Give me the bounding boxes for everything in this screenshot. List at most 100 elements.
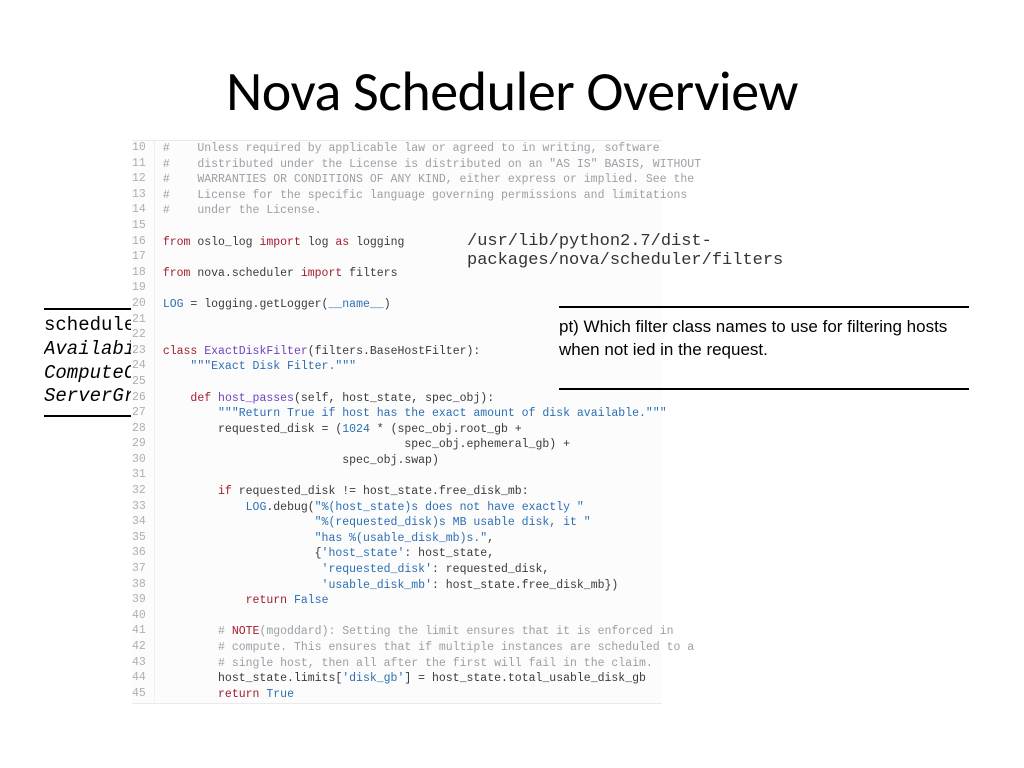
code-content: host_state.limits['disk_gb'] = host_stat…	[154, 671, 702, 687]
left-line-4: ServerGrou	[44, 385, 131, 409]
code-content: spec_obj.swap)	[154, 453, 702, 469]
divider	[559, 388, 969, 390]
line-number: 14	[132, 203, 154, 219]
line-number: 27	[132, 406, 154, 422]
code-content: # WARRANTIES OR CONDITIONS OF ANY KIND, …	[154, 172, 702, 188]
code-content	[154, 281, 702, 297]
code-line: 42 # compute. This ensures that if multi…	[132, 640, 702, 656]
line-number: 32	[132, 484, 154, 500]
code-line: 28 requested_disk = (1024 * (spec_obj.ro…	[132, 422, 702, 438]
code-line: 35 "has %(usable_disk_mb)s.",	[132, 531, 702, 547]
code-line: 27 """Return True if host has the exact …	[132, 406, 702, 422]
code-content: 'requested_disk': requested_disk,	[154, 562, 702, 578]
code-content: # under the License.	[154, 203, 702, 219]
code-snippet: 10# Unless required by applicable law or…	[132, 140, 662, 704]
line-number: 10	[132, 141, 154, 157]
line-number: 24	[132, 359, 154, 375]
file-path: /usr/lib/python2.7/dist-packages/nova/sc…	[467, 232, 1024, 270]
left-clipped-text: scheduler_ Availabil. ComputeCap ServerG…	[44, 308, 131, 417]
code-line: 12# WARRANTIES OR CONDITIONS OF ANY KIND…	[132, 172, 702, 188]
slide: Nova Scheduler Overview 10# Unless requi…	[0, 0, 1024, 768]
code-content: # NOTE(mgoddard): Setting the limit ensu…	[154, 624, 702, 640]
code-content: return True	[154, 687, 702, 703]
code-content	[154, 468, 702, 484]
line-number: 23	[132, 344, 154, 360]
line-number: 41	[132, 624, 154, 640]
code-line: 32 if requested_disk != host_state.free_…	[132, 484, 702, 500]
right-text: pt) Which filter class names to use for …	[559, 317, 947, 359]
line-number: 40	[132, 609, 154, 625]
code-line: 45 return True	[132, 687, 702, 703]
line-number: 11	[132, 157, 154, 173]
code-line: 19	[132, 281, 702, 297]
code-line: 43 # single host, then all after the fir…	[132, 656, 702, 672]
code-line: 11# distributed under the License is dis…	[132, 157, 702, 173]
line-number: 25	[132, 375, 154, 391]
line-number: 31	[132, 468, 154, 484]
line-number: 37	[132, 562, 154, 578]
code-content: # Unless required by applicable law or a…	[154, 141, 702, 157]
line-number: 19	[132, 281, 154, 297]
line-number: 29	[132, 437, 154, 453]
left-line-2: Availabil.	[44, 338, 131, 362]
line-number: 45	[132, 687, 154, 703]
code-line: 10# Unless required by applicable law or…	[132, 141, 702, 157]
code-line: 44 host_state.limits['disk_gb'] = host_s…	[132, 671, 702, 687]
line-number: 17	[132, 250, 154, 266]
line-number: 20	[132, 297, 154, 313]
code-content: # single host, then all after the first …	[154, 656, 702, 672]
code-table: 10# Unless required by applicable law or…	[132, 141, 702, 702]
code-content: # License for the specific language gove…	[154, 188, 702, 204]
line-number: 35	[132, 531, 154, 547]
line-number: 33	[132, 500, 154, 516]
code-content: return False	[154, 593, 702, 609]
code-content: """Return True if host has the exact amo…	[154, 406, 702, 422]
code-content: 'usable_disk_mb': host_state.free_disk_m…	[154, 578, 702, 594]
code-line: 29 spec_obj.ephemeral_gb) +	[132, 437, 702, 453]
line-number: 39	[132, 593, 154, 609]
code-content: if requested_disk != host_state.free_dis…	[154, 484, 702, 500]
code-content: def host_passes(self, host_state, spec_o…	[154, 391, 702, 407]
code-content	[154, 609, 702, 625]
code-line: 33 LOG.debug("%(host_state)s does not ha…	[132, 500, 702, 516]
code-content: "has %(usable_disk_mb)s.",	[154, 531, 702, 547]
left-line-1: scheduler_	[44, 314, 131, 338]
line-number: 26	[132, 391, 154, 407]
line-number: 28	[132, 422, 154, 438]
code-line: 30 spec_obj.swap)	[132, 453, 702, 469]
code-line: 37 'requested_disk': requested_disk,	[132, 562, 702, 578]
code-line: 38 'usable_disk_mb': host_state.free_dis…	[132, 578, 702, 594]
line-number: 12	[132, 172, 154, 188]
line-number: 43	[132, 656, 154, 672]
slide-title: Nova Scheduler Overview	[0, 58, 1024, 126]
code-line: 40	[132, 609, 702, 625]
line-number: 42	[132, 640, 154, 656]
code-content: # compute. This ensures that if multiple…	[154, 640, 702, 656]
line-number: 15	[132, 219, 154, 235]
line-number: 18	[132, 266, 154, 282]
code-content: spec_obj.ephemeral_gb) +	[154, 437, 702, 453]
line-number: 13	[132, 188, 154, 204]
line-number: 44	[132, 671, 154, 687]
left-line-3: ComputeCap	[44, 362, 131, 386]
code-content: LOG.debug("%(host_state)s does not have …	[154, 500, 702, 516]
code-content: {'host_state': host_state,	[154, 546, 702, 562]
code-content: # distributed under the License is distr…	[154, 157, 702, 173]
code-line: 36 {'host_state': host_state,	[132, 546, 702, 562]
code-content: requested_disk = (1024 * (spec_obj.root_…	[154, 422, 702, 438]
code-line: 26 def host_passes(self, host_state, spe…	[132, 391, 702, 407]
code-line: 34 "%(requested_disk)s MB usable disk, i…	[132, 515, 702, 531]
line-number: 22	[132, 328, 154, 344]
right-clipped-text: pt) Which filter class names to use for …	[559, 306, 969, 390]
code-line: 41 # NOTE(mgoddard): Setting the limit e…	[132, 624, 702, 640]
code-line: 31	[132, 468, 702, 484]
code-line: 14# under the License.	[132, 203, 702, 219]
line-number: 16	[132, 235, 154, 251]
code-content: "%(requested_disk)s MB usable disk, it "	[154, 515, 702, 531]
line-number: 38	[132, 578, 154, 594]
line-number: 36	[132, 546, 154, 562]
line-number: 34	[132, 515, 154, 531]
code-line: 13# License for the specific language go…	[132, 188, 702, 204]
code-line: 39 return False	[132, 593, 702, 609]
line-number: 30	[132, 453, 154, 469]
